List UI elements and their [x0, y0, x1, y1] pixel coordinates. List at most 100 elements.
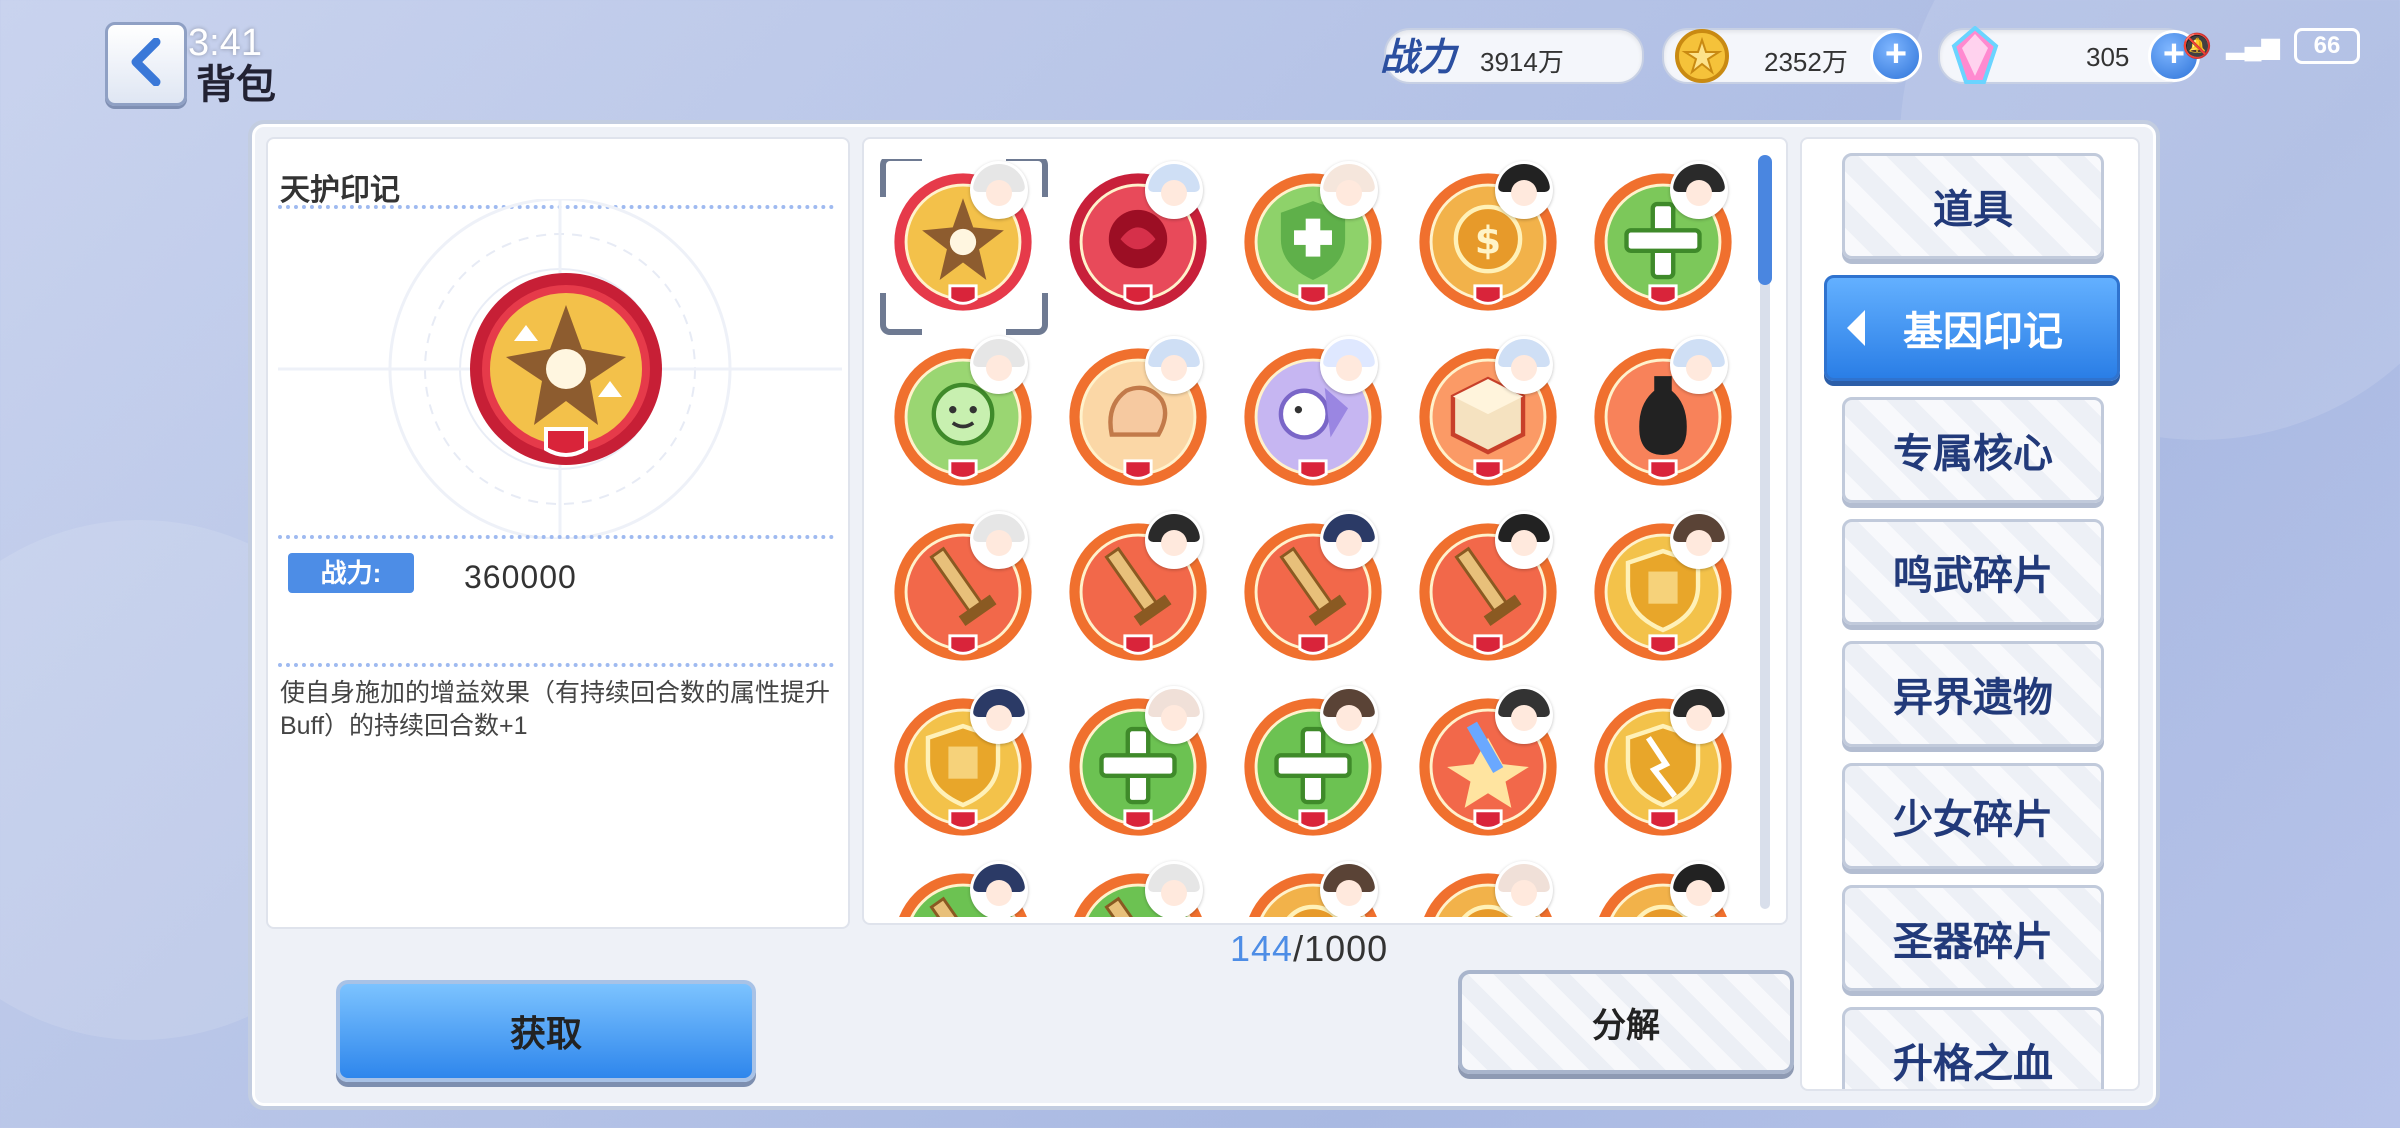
- category-gene-marks[interactable]: 基因印记: [1824, 275, 2120, 381]
- character-avatar: [970, 686, 1028, 744]
- inventory-slot[interactable]: [882, 684, 1032, 844]
- selection-corner: [880, 159, 922, 197]
- inventory-slot[interactable]: $: [1582, 859, 1732, 917]
- inventory-slot[interactable]: [880, 159, 1048, 335]
- character-avatar: [1320, 336, 1378, 394]
- power-value: 360000: [464, 559, 577, 595]
- selection-corner: [1006, 159, 1048, 197]
- inventory-slot[interactable]: [1582, 159, 1732, 319]
- selection-corner: [1006, 293, 1048, 335]
- character-avatar: [1145, 861, 1203, 917]
- inventory-count: 144/1000: [1230, 928, 1388, 970]
- inventory-slot[interactable]: [882, 334, 1032, 494]
- inventory-slot[interactable]: [1582, 684, 1732, 844]
- large-medal-icon: [466, 269, 666, 474]
- inventory-slot[interactable]: $: [1407, 159, 1557, 319]
- gem-value: 305: [2086, 42, 2130, 72]
- inventory-slot[interactable]: $: [1232, 859, 1382, 917]
- category-label: 少女碎片: [1893, 798, 2053, 842]
- inventory-slot[interactable]: [1232, 334, 1382, 494]
- item-detail-panel: 天护印记 战力: 360000 使自身施加的增益效果（有持续回合数的属性提升Bu…: [266, 137, 850, 929]
- character-avatar: [1145, 161, 1203, 219]
- character-avatar: [970, 861, 1028, 917]
- inventory-slot[interactable]: [1407, 334, 1557, 494]
- item-preview: [268, 197, 848, 541]
- character-avatar: [970, 511, 1028, 569]
- inventory-slot[interactable]: [882, 509, 1032, 669]
- inventory-slot[interactable]: [1057, 684, 1207, 844]
- character-avatar: [1670, 511, 1728, 569]
- divider: [278, 535, 834, 539]
- inventory-slot[interactable]: $: [1407, 859, 1557, 917]
- inventory-slot[interactable]: [1582, 334, 1732, 494]
- inventory-slot[interactable]: [882, 859, 1032, 917]
- category-label: 异界遗物: [1893, 676, 2053, 720]
- add-gold-button[interactable]: +: [1870, 30, 1922, 82]
- get-button[interactable]: 获取: [336, 980, 756, 1082]
- inventory-slot[interactable]: [1057, 159, 1207, 319]
- category-weapon-shards[interactable]: 鸣武碎片: [1842, 519, 2104, 625]
- category-items[interactable]: 道具: [1842, 153, 2104, 259]
- bell-mute-icon: 🔕: [2182, 32, 2213, 60]
- inventory-slot[interactable]: [1057, 509, 1207, 669]
- chevron-left-icon: [1847, 310, 1865, 346]
- category-otherworld-relics[interactable]: 异界遗物: [1842, 641, 2104, 747]
- page-title: 背包: [196, 63, 276, 107]
- character-avatar: [1670, 336, 1728, 394]
- character-avatar: [1145, 511, 1203, 569]
- crystal-icon: [1948, 25, 2002, 89]
- chevron-left-icon: [126, 37, 166, 91]
- character-avatar: [1495, 861, 1553, 917]
- category-label: 升格之血: [1893, 1042, 2053, 1086]
- category-panel: 道具 基因印记 专属核心 鸣武碎片 异界遗物 少女碎片 圣器碎片 升格之血: [1800, 137, 2140, 1091]
- selection-corner: [880, 293, 922, 335]
- inventory-slot[interactable]: [1407, 684, 1557, 844]
- character-avatar: [1320, 511, 1378, 569]
- signal-icon: ▂▄▆: [2226, 32, 2280, 60]
- character-avatar: [1670, 686, 1728, 744]
- divider: [278, 663, 834, 667]
- category-label: 鸣武碎片: [1893, 554, 2053, 598]
- category-exclusive-cores[interactable]: 专属核心: [1842, 397, 2104, 503]
- inventory-grid-panel: $ $ $ $: [862, 137, 1788, 925]
- power-label: 战力:: [288, 553, 414, 593]
- character-avatar: [1145, 686, 1203, 744]
- item-description: 使自身施加的增益效果（有持续回合数的属性提升Buff）的持续回合数+1: [280, 679, 831, 740]
- character-avatar: [1495, 336, 1553, 394]
- inventory-slot[interactable]: [1407, 509, 1557, 669]
- category-artifact-shards[interactable]: 圣器碎片: [1842, 885, 2104, 991]
- gold-value: 2352万: [1764, 47, 1848, 77]
- system-status-icons: 🔕 ▂▄▆ 66: [2182, 28, 2360, 64]
- character-avatar: [1320, 861, 1378, 917]
- character-avatar: [1320, 686, 1378, 744]
- character-avatar: [1670, 161, 1728, 219]
- inventory-slot[interactable]: [1057, 859, 1207, 917]
- battery-indicator: 66: [2294, 28, 2360, 64]
- character-avatar: [970, 336, 1028, 394]
- category-label: 道具: [1933, 188, 2013, 232]
- inventory-count-max: /1000: [1293, 928, 1389, 969]
- svg-text:$: $: [1475, 219, 1501, 263]
- power-resource-pill: 战力 3914万: [1380, 28, 1644, 84]
- gold-coin-icon: [1674, 28, 1730, 89]
- inventory-grid: $ $ $ $: [874, 159, 1754, 917]
- inventory-slot[interactable]: [1582, 509, 1732, 669]
- category-girl-shards[interactable]: 少女碎片: [1842, 763, 2104, 869]
- back-button[interactable]: [105, 22, 187, 106]
- inventory-slot[interactable]: [1232, 159, 1382, 319]
- character-avatar: [1495, 686, 1553, 744]
- scrollbar-thumb[interactable]: [1758, 155, 1772, 285]
- category-label: 基因印记: [1903, 310, 2063, 354]
- inventory-slot[interactable]: [1232, 509, 1382, 669]
- character-avatar: [1320, 161, 1378, 219]
- category-ascension-blood[interactable]: 升格之血: [1842, 1007, 2104, 1089]
- inventory-count-current: 144: [1230, 928, 1294, 969]
- inventory-slot[interactable]: [1057, 334, 1207, 494]
- category-label: 圣器碎片: [1893, 920, 2053, 964]
- power-icon: 战力: [1380, 37, 1457, 79]
- character-avatar: [1670, 861, 1728, 917]
- character-avatar: [1495, 511, 1553, 569]
- decompose-button[interactable]: 分解: [1458, 970, 1794, 1074]
- character-avatar: [1145, 336, 1203, 394]
- inventory-slot[interactable]: [1232, 684, 1382, 844]
